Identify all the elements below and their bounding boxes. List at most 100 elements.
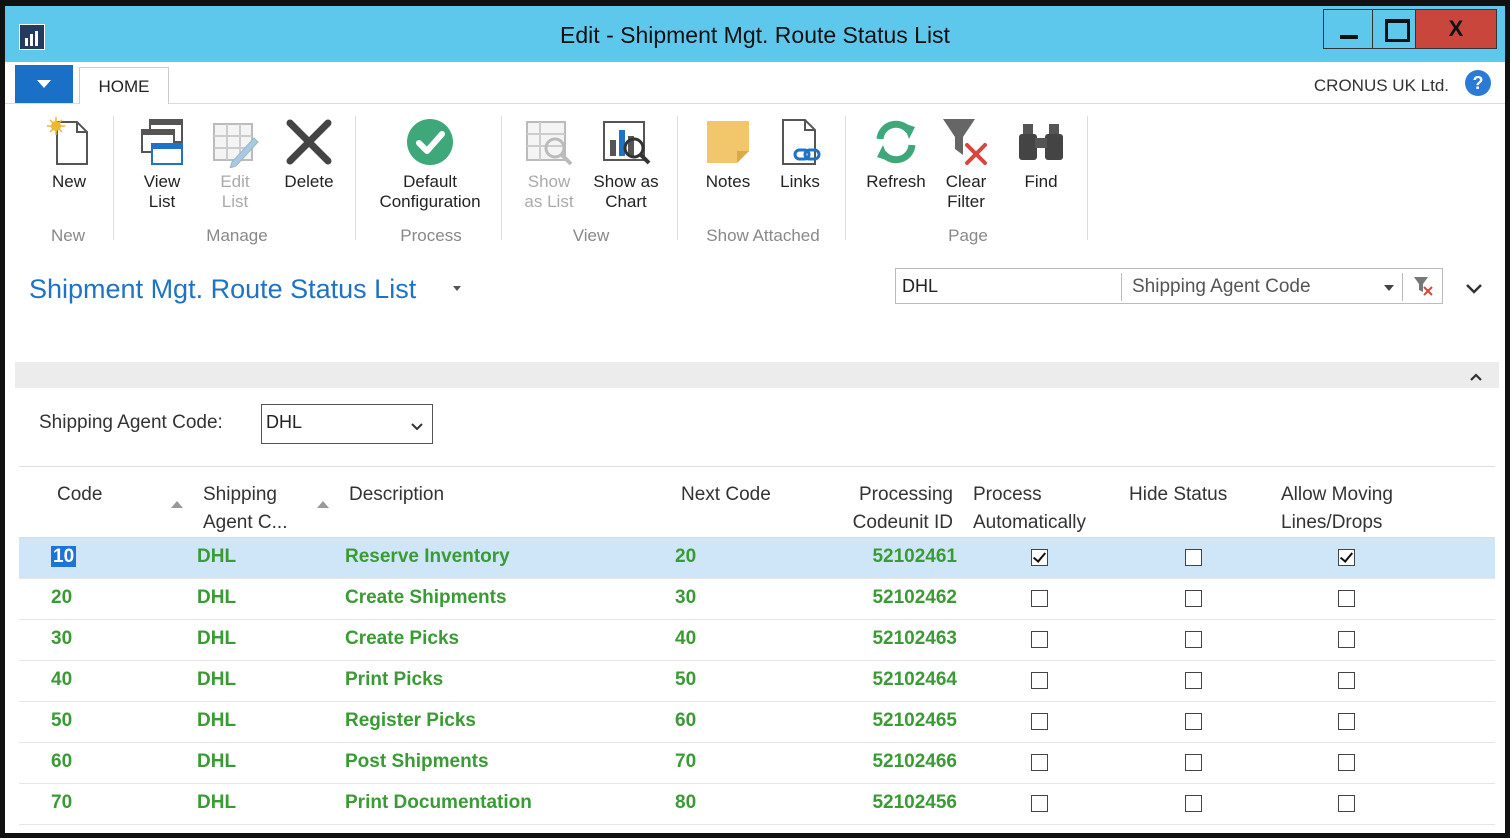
minimize-button[interactable] [1323,9,1373,49]
checkbox-hide-status[interactable] [1185,754,1202,771]
cell-processing-codeunit[interactable]: 52102461 [839,546,957,568]
checkbox-allow-moving[interactable] [1338,713,1355,730]
cell-processing-codeunit[interactable]: 52102465 [839,710,957,732]
checkbox-allow-moving[interactable] [1338,590,1355,607]
edit-list-button[interactable]: Edit List [205,112,265,212]
checkbox-hide-status[interactable] [1185,549,1202,566]
cell-processing-codeunit[interactable]: 52102464 [839,669,957,691]
cell-description[interactable]: Register Picks [345,710,476,732]
checkbox-hide-status[interactable] [1185,713,1202,730]
column-header-processing-codeunit[interactable]: Processing Codeunit ID [839,481,953,537]
default-configuration-button[interactable]: Default Configuration [369,112,491,212]
show-as-chart-button[interactable]: Show as Chart [589,112,663,212]
cell-next-code[interactable]: 70 [675,751,696,773]
cell-processing-codeunit[interactable]: 52102466 [839,751,957,773]
table-row[interactable]: 20 DHL Create Shipments 30 52102462 [19,579,1495,620]
checkbox-process-automatically[interactable] [1031,713,1048,730]
cell-processing-codeunit[interactable]: 52102462 [839,587,957,609]
chevron-down-icon[interactable] [1465,282,1483,301]
column-header-code[interactable]: Code [57,481,102,509]
cell-description[interactable]: Create Picks [345,628,459,650]
cell-shipping-agent[interactable]: DHL [197,628,236,650]
show-as-list-button[interactable]: Show as List [517,112,581,212]
checkbox-process-automatically[interactable] [1031,549,1048,566]
cell-processing-codeunit[interactable]: 52102456 [839,792,957,814]
search-input[interactable]: DHL [902,276,938,297]
chevron-down-icon[interactable] [1384,285,1394,291]
checkbox-process-automatically[interactable] [1031,754,1048,771]
links-button[interactable]: Links [769,112,831,192]
cell-code[interactable]: 30 [51,628,72,650]
clear-filter-icon[interactable] [1412,275,1434,302]
page-title[interactable]: Shipment Mgt. Route Status List [29,274,416,305]
checkbox-hide-status[interactable] [1185,672,1202,689]
table-row[interactable]: 40 DHL Print Picks 50 52102464 [19,661,1495,702]
filter-pane-header[interactable] [15,362,1499,388]
find-button[interactable]: Find [1013,112,1069,192]
cell-shipping-agent[interactable]: DHL [197,751,236,773]
search-field-select[interactable]: Shipping Agent Code [1132,276,1311,298]
close-button[interactable]: X [1415,9,1497,49]
chevron-up-icon[interactable] [1469,369,1483,387]
cell-shipping-agent[interactable]: DHL [197,669,236,691]
table-row[interactable]: 10 DHL Reserve Inventory 20 52102461 [19,538,1495,579]
company-name[interactable]: CRONUS UK Ltd. [1314,76,1449,96]
cell-code[interactable]: 60 [51,751,72,773]
column-header-process-automatically[interactable]: Process Automatically [973,481,1086,537]
refresh-button[interactable]: Refresh [861,112,931,192]
checkbox-process-automatically[interactable] [1031,672,1048,689]
delete-button[interactable]: Delete [277,112,341,192]
cell-next-code[interactable]: 50 [675,669,696,691]
cell-next-code[interactable]: 40 [675,628,696,650]
cell-processing-codeunit[interactable]: 52102463 [839,628,957,650]
column-header-shipping-agent[interactable]: Shipping Agent C... [203,481,288,537]
column-header-next-code[interactable]: Next Code [681,481,771,509]
checkbox-allow-moving[interactable] [1338,631,1355,648]
column-header-allow-moving[interactable]: Allow Moving Lines/Drops [1281,481,1393,537]
tab-home[interactable]: HOME [79,67,169,105]
checkbox-hide-status[interactable] [1185,795,1202,812]
cell-shipping-agent[interactable]: DHL [197,792,236,814]
help-icon[interactable]: ? [1465,70,1491,96]
checkbox-process-automatically[interactable] [1031,795,1048,812]
cell-code[interactable]: 20 [51,587,72,609]
column-header-description[interactable]: Description [349,481,444,509]
cell-shipping-agent[interactable]: DHL [197,587,236,609]
cell-description[interactable]: Create Shipments [345,587,507,609]
checkbox-hide-status[interactable] [1185,631,1202,648]
cell-code[interactable]: 40 [51,669,72,691]
clear-filter-button[interactable]: Clear Filter [937,112,995,212]
checkbox-process-automatically[interactable] [1031,631,1048,648]
cell-code[interactable]: 10 [51,546,77,568]
cell-description[interactable]: Post Shipments [345,751,489,773]
table-row[interactable]: 60 DHL Post Shipments 70 52102466 [19,743,1495,784]
view-list-button[interactable]: View List [131,112,193,212]
checkbox-allow-moving[interactable] [1338,754,1355,771]
checkbox-process-automatically[interactable] [1031,590,1048,607]
maximize-button[interactable] [1372,9,1416,49]
application-menu-button[interactable] [15,65,73,103]
table-row[interactable]: 70 DHL Print Documentation 80 52102456 [19,784,1495,825]
cell-next-code[interactable]: 20 [675,546,696,568]
page-title-dropdown-icon[interactable] [453,286,461,291]
cell-next-code[interactable]: 80 [675,792,696,814]
cell-code[interactable]: 50 [51,710,72,732]
table-row[interactable]: 30 DHL Create Picks 40 52102463 [19,620,1495,661]
cell-next-code[interactable]: 60 [675,710,696,732]
cell-shipping-agent[interactable]: DHL [197,546,236,568]
table-row[interactable]: 50 DHL Register Picks 60 52102465 [19,702,1495,743]
checkbox-allow-moving[interactable] [1338,672,1355,689]
cell-description[interactable]: Reserve Inventory [345,546,510,568]
checkbox-allow-moving[interactable] [1338,549,1355,566]
notes-button[interactable]: Notes [697,112,759,192]
cell-description[interactable]: Print Documentation [345,792,532,814]
column-header-hide-status[interactable]: Hide Status [1129,481,1227,509]
shipping-agent-code-select[interactable]: DHL [261,404,433,444]
cell-code[interactable]: 70 [51,792,72,814]
checkbox-allow-moving[interactable] [1338,795,1355,812]
cell-next-code[interactable]: 30 [675,587,696,609]
checkbox-hide-status[interactable] [1185,590,1202,607]
cell-description[interactable]: Print Picks [345,669,443,691]
new-button[interactable]: New [41,112,97,192]
cell-shipping-agent[interactable]: DHL [197,710,236,732]
